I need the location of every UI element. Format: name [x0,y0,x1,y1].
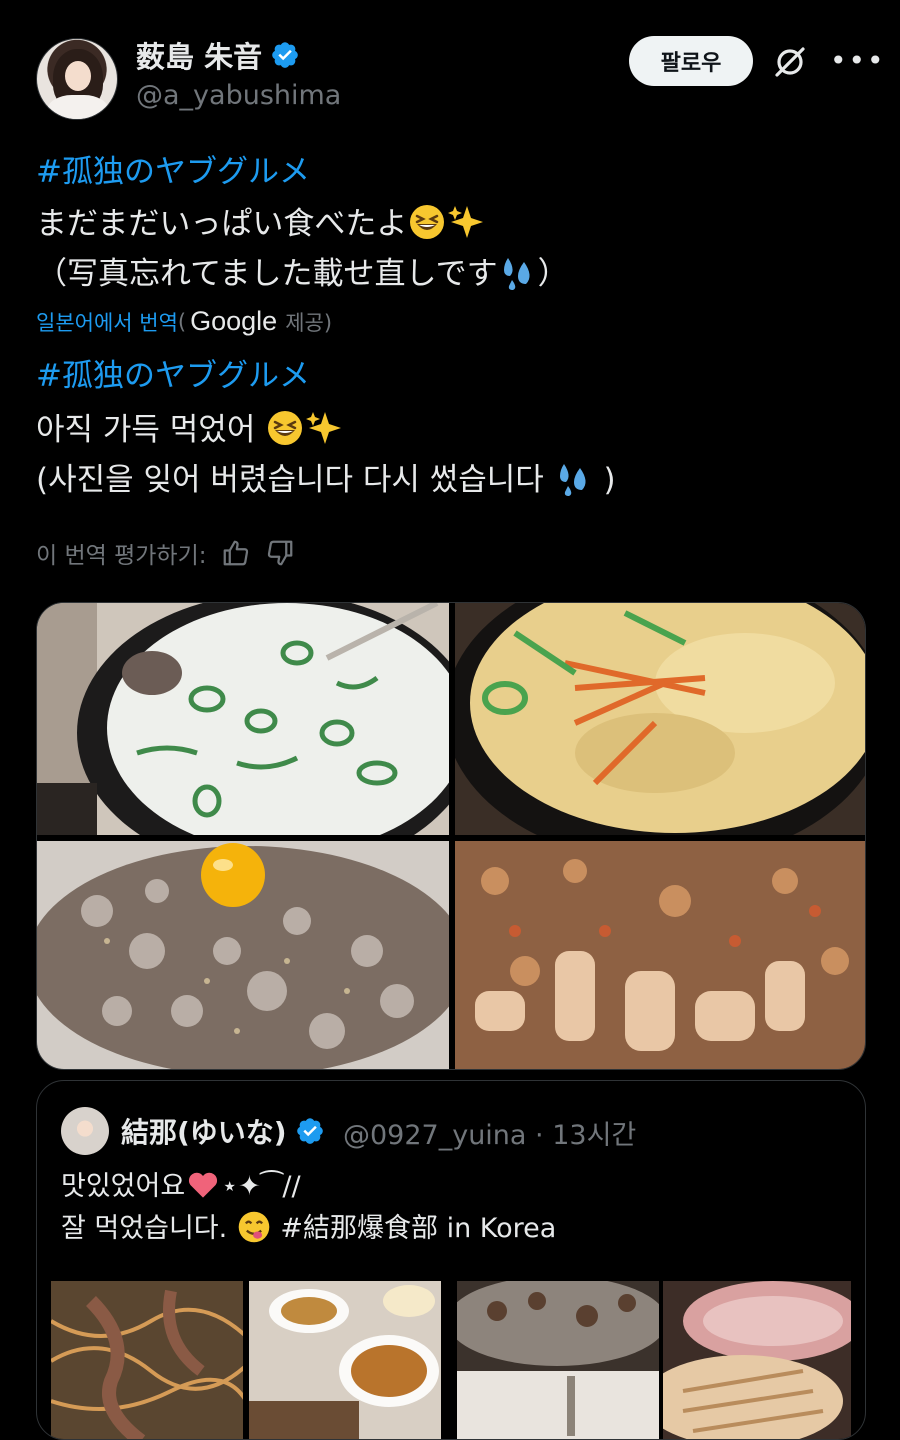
google-logo: Google [190,306,278,336]
rate-translation-label: 이 번역 평가하기: [36,543,207,569]
photo-octopus-fried-rice[interactable] [455,841,866,1070]
verified-badge-icon [272,42,298,68]
translated-text: 아직 가득 먹었어 [36,412,266,448]
hashtag-link[interactable]: #孤独のヤブグルメ [36,152,310,192]
yum-emoji [238,1211,270,1243]
quoted-photo-strip [51,1281,851,1440]
quoted-text-line: 잘 먹었습니다. #結那爆食部 in Korea [61,1209,556,1249]
follow-button[interactable]: 팔로우 [629,36,753,86]
tweet-text: まだまだいっぱい食べたよ [36,206,408,242]
thumbs-up-icon[interactable] [221,538,251,568]
quoted-avatar[interactable] [61,1107,109,1155]
photo-raw-octopus[interactable] [37,841,449,1070]
tweet-text: （写真忘れてました載せ直しです [36,256,498,292]
sweat-droplets-emoji [559,464,586,496]
author-display-name[interactable]: 薮島 朱音 [136,34,262,76]
sparkles-emoji [306,412,342,444]
author-name-row[interactable]: 薮島 朱音 [136,34,300,76]
quoted-tweet[interactable]: 結那(ゆいな) @0927_yuina · 13시간 맛있었어요 ⋆✦⁀// 잘… [36,1080,866,1440]
grok-icon[interactable] [772,44,808,80]
translation-attribution: 일본어에서 번역(Google 제공) [36,306,333,337]
author-handle[interactable]: @a_yabushima [136,80,341,111]
sparkles-emoji [448,206,484,238]
tweet-text-line: （写真忘れてました載せ直しです ） [36,252,569,294]
translated-text-line: (사진을 잊어 버렸습니다 다시 썼습니다 ) [36,458,616,500]
photo-grid [36,602,866,1070]
translated-text: (사진을 잊어 버렸습니다 다시 썼습니다 [36,462,554,498]
tweet-text-line: まだまだいっぱい食べたよ [36,202,487,244]
more-icon[interactable]: ••• [830,46,884,76]
grinning-squint-emoji [410,205,445,239]
quoted-photo-grill[interactable] [457,1281,659,1440]
grinning-squint-emoji [268,411,303,445]
quoted-handle-time: @0927_yuina · 13시간 [343,1120,637,1151]
avatar[interactable] [36,38,118,120]
verified-badge-icon [296,1118,323,1144]
translated-hashtag-link[interactable]: #孤独のヤブグルメ [36,356,310,396]
quoted-photo-pork[interactable] [663,1281,851,1440]
photo-seolleongtang[interactable] [37,603,449,835]
quoted-photo-octopus-noodles[interactable] [51,1281,243,1440]
quoted-author-name[interactable]: 結那(ゆいな) [121,1111,287,1151]
heart-emoji [189,1172,218,1198]
quoted-text-line: 맛있었어요 ⋆✦⁀// [61,1167,301,1207]
sweat-droplets-emoji [503,258,530,290]
quoted-photo-sauces[interactable] [249,1281,441,1440]
quoted-author-name-row: 結那(ゆいな) [121,1111,325,1151]
photo-steamed-egg[interactable] [455,603,866,835]
rate-translation-row: 이 번역 평가하기: [36,536,295,570]
thumbs-down-icon[interactable] [265,538,295,568]
translated-text-line: 아직 가득 먹었어 [36,408,345,450]
translated-from-link[interactable]: 일본어에서 번역 [36,307,178,337]
